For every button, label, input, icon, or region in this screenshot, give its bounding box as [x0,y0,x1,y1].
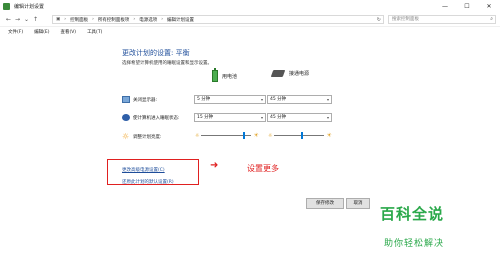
bright-sun-icon: ☀ [326,132,332,139]
breadcrumb-control-panel[interactable]: 控制面板 [70,17,88,23]
title-bar: 编辑计划设置 — ☐ ✕ [0,0,500,13]
display-off-label: 关闭显示器: [133,97,158,103]
watermark-logo-text: 百科全说 [380,205,445,223]
dim-sun-icon: ☼ [268,132,273,139]
slider-thumb[interactable] [242,132,245,139]
brightness-battery-slider[interactable]: ☼ ☀ [195,131,259,140]
display-off-plugged-select[interactable]: 45 分钟 ▾ [267,95,332,104]
chevron-down-icon: ▾ [326,115,329,120]
bright-sun-icon: ☀ [253,132,259,139]
maximize-button[interactable]: ☐ [456,0,478,13]
annotation-arrow-icon: ➜ [210,160,219,171]
brightness-row: ☼ 调整计划亮度: [122,132,162,141]
brightness-sun-icon: ☼ [122,132,130,141]
sleep-battery-select[interactable]: 15 分钟 ▾ [194,113,266,122]
close-button[interactable]: ✕ [478,0,500,13]
slider-thumb[interactable] [300,132,303,139]
menu-view[interactable]: 查看(V) [60,29,76,35]
plugged-column-label: 接通电源 [289,71,310,77]
search-icon: ⌕ [490,16,493,22]
minimize-button[interactable]: — [434,0,456,13]
breadcrumb-power-options[interactable]: 电源选项 [139,17,157,23]
monitor-icon [122,96,130,103]
slider-track [274,132,325,139]
breadcrumb-edit-plan[interactable]: 编辑计划设置 [167,17,194,23]
display-off-row: 关闭显示器: [122,96,157,103]
menu-bar: 文件(F) 编辑(E) 查看(V) 工具(T) [0,27,500,37]
address-field[interactable]: ▣ › 控制面板 › 所有控制面板项 › 电源选项 › 编辑计划设置 ↻ [52,15,384,24]
sleep-battery-value: 15 分钟 [197,115,214,120]
breadcrumb-all-items[interactable]: 所有控制面板项 [98,17,130,23]
sleep-moon-icon [122,114,130,121]
up-arrow-icon[interactable]: ↑ [31,16,40,23]
plugged-column-header: 接通电源 [270,70,310,77]
slider-track [201,132,252,139]
breadcrumb-separator: › [92,17,94,22]
cancel-button[interactable]: 取消 [346,198,370,209]
history-dropdown-icon[interactable]: ⌄ [22,16,31,23]
sleep-label: 使计算机进入睡眠状态: [133,115,180,121]
battery-icon [212,68,218,82]
page-subtitle: 选择希望计算机使用的睡眠设置和显示设置。 [122,61,212,66]
power-plug-icon [270,70,286,77]
sleep-plugged-select[interactable]: 45 分钟 ▾ [267,113,332,122]
search-input[interactable]: 搜索控制面板 ⌕ [388,15,496,24]
breadcrumb-separator: › [133,17,136,22]
control-panel-icon: ▣ [56,17,61,22]
menu-edit[interactable]: 编辑(E) [34,29,49,35]
refresh-icon[interactable]: ↻ [377,17,381,23]
battery-column-label: 用电池 [222,73,238,80]
menu-tools[interactable]: 工具(T) [87,29,102,35]
brightness-plugged-slider[interactable]: ☼ ☀ [268,131,332,140]
brightness-label: 调整计划亮度: [133,134,162,140]
window-controls: — ☐ ✕ [434,0,500,13]
chevron-down-icon: ▾ [260,97,263,102]
save-button[interactable]: 保存修改 [306,198,344,209]
address-bar: ← → ⌄ ↑ ▣ › 控制面板 › 所有控制面板项 › 电源选项 › 编辑计划… [0,13,500,26]
chevron-down-icon: ▾ [260,115,263,120]
sleep-plugged-value: 45 分钟 [270,115,287,120]
breadcrumb-separator: › [161,17,164,22]
annotation-highlight-box [107,159,199,185]
back-arrow-icon[interactable]: ← [4,16,13,23]
dim-sun-icon: ☼ [195,132,200,139]
battery-column-header: 用电池 [212,68,238,82]
display-off-battery-select[interactable]: 5 分钟 ▾ [194,95,266,104]
chevron-down-icon: ▾ [326,97,329,102]
power-options-icon [3,3,10,10]
page-title: 更改计划的设置: 平衡 [122,49,190,57]
content-area: 更改计划的设置: 平衡 选择希望计算机使用的睡眠设置和显示设置。 用电池 接通电… [0,37,500,264]
forward-arrow-icon[interactable]: → [13,16,22,23]
watermark-subtitle: 助你轻松解决 [384,239,445,249]
display-off-battery-value: 5 分钟 [197,97,211,102]
window-title: 编辑计划设置 [14,4,45,10]
search-placeholder: 搜索控制面板 [392,17,419,22]
sleep-row: 使计算机进入睡眠状态: [122,114,180,121]
display-off-plugged-value: 45 分钟 [270,97,287,102]
menu-file[interactable]: 文件(F) [8,29,23,35]
annotation-text: 设置更多 [247,164,279,173]
breadcrumb-separator: › [64,17,67,22]
